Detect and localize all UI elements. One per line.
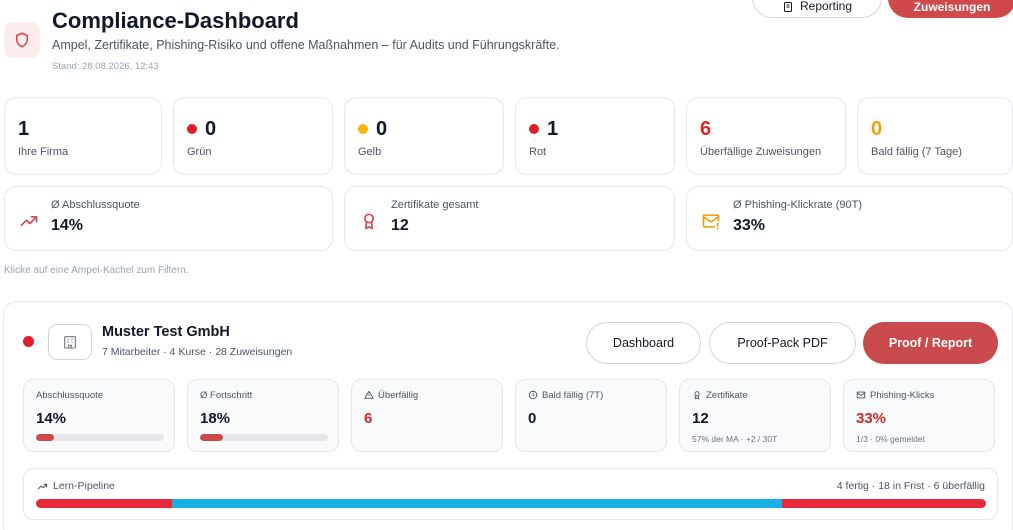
metric-label: Ø Fortschritt [200,389,253,401]
tile-rot[interactable]: 1 Rot [515,97,675,175]
tile-label: Grün [187,146,212,158]
metric-phishing-klicks: Phishing-Klicks 33% 1/3 · 0% gemeldet [843,379,995,452]
metric-zertifikate: Zertifikate 12 57% der MA · +2 / 30T [679,379,831,452]
trending-up-icon [37,483,48,489]
tile-label: Bald fällig (7 Tage) [871,146,962,158]
tile-label: Überfällige Zuweisungen [700,146,822,158]
reporting-button[interactable]: Reporting [752,0,882,18]
metric-label: Abschlussquote [36,389,104,401]
page-subtitle: Ampel, Zertifikate, Phishing-Risiko und … [52,38,560,52]
reporting-label: Reporting [799,0,853,13]
progress-bar [200,434,328,441]
metric-label: Zertifikate [706,389,748,401]
company-meta: 7 Mitarbeiter · 4 Kurse · 28 Zuweisungen [102,346,293,358]
stat-value: 14% [51,217,84,234]
mail-alert-icon [702,214,720,230]
page-title: Compliance-Dashboard [52,8,299,33]
metric-value: 33% [856,410,887,427]
metric-label: Phishing-Klicks [870,389,935,401]
shield-logo [4,22,40,58]
warning-icon [364,390,374,399]
metric-label: Überfällig [378,389,419,401]
progress-fill [36,434,54,441]
stat-value: 12 [391,217,409,234]
metric-value: 12 [692,410,709,427]
tile-value: 0 [871,117,883,140]
metric-label: Bald fällig (7T) [542,389,604,401]
metric-abschlussquote: Abschlussquote 14% [23,379,175,452]
tile-bald-faellig[interactable]: 0 Bald fällig (7 Tage) [857,97,1013,175]
status-dot [529,124,539,134]
company-name: Muster Test GmbH [102,324,230,340]
stat-phishing: Ø Phishing-Klickrate (90T) 33% [686,186,1013,251]
metric-subtext: 1/3 · 0% gemeldet [856,434,925,444]
report-icon [783,2,792,12]
pipeline-segment [782,499,986,508]
stat-label: Zertifikate gesamt [391,199,479,211]
shield-icon [16,32,28,48]
company-avatar [48,324,92,360]
award-icon [694,391,700,400]
status-dot [187,124,197,134]
metric-fortschritt: Ø Fortschritt 18% [187,379,339,452]
tile-label: Ihre Firma [18,146,69,158]
timestamp: Stand: 28.08.2026, 12:43 [52,61,159,72]
progress-bar [36,434,164,441]
zuweisungen-button[interactable]: Zuweisungen [888,0,1013,18]
stat-label: Ø Phishing-Klickrate (90T) [733,199,862,211]
stat-abschlussquote: Ø Abschlussquote 14% [4,186,333,251]
learning-pipeline: Lern-Pipeline 4 fertig · 18 in Frist · 6… [23,468,998,520]
tile-gelb[interactable]: 0 Gelb [344,97,504,175]
metric-subtext: 57% der MA · +2 / 30T [692,434,778,444]
status-dot [358,124,368,134]
stat-label: Ø Abschlussquote [51,199,140,211]
metric-bald-faellig: Bald fällig (7T) 0 [515,379,667,452]
filter-hint: Klicke auf eine Ampel-Kachel zum Filtern… [4,265,189,276]
tile-value: 1 [18,117,30,140]
metric-value: 14% [36,410,67,427]
pipeline-segment [36,499,172,508]
pipeline-segment [171,499,783,508]
metric-value: 6 [364,410,373,427]
award-icon [364,213,374,230]
pipeline-summary: 4 fertig · 18 in Frist · 6 überfällig [836,480,985,492]
proof-report-button[interactable]: Proof / Report [863,322,998,364]
metric-value: 0 [528,410,537,427]
pipeline-label: Lern-Pipeline [53,480,115,492]
tile-value: 0 [376,117,388,140]
stat-zertifikate: Zertifikate gesamt 12 [344,186,675,251]
building-icon [64,336,76,349]
tile-value: 1 [547,117,559,140]
tile-value: 6 [700,117,712,140]
tile-gruen[interactable]: 0 Grün [173,97,333,175]
mail-icon [856,391,866,399]
tile-value: 0 [205,117,217,140]
progress-fill [200,434,224,441]
metric-value: 18% [200,410,231,427]
page-header: Compliance-Dashboard Ampel, Zertifikate,… [0,0,1013,90]
clock-icon [528,390,538,400]
metric-ueberfaellig: Überfällig 6 [351,379,503,452]
pipeline-bar [36,499,986,508]
tile-label: Rot [529,146,547,158]
tile-label: Gelb [358,146,382,158]
dashboard-button[interactable]: Dashboard [586,322,701,364]
proof-pack-pdf-button[interactable]: Proof-Pack PDF [709,322,856,364]
company-card: Muster Test GmbH 7 Mitarbeiter · 4 Kurse… [3,301,1013,530]
tile-ihre-firma[interactable]: 1 Ihre Firma [4,97,162,175]
stat-value: 33% [733,217,766,234]
tile-ueberfaellig[interactable]: 6 Überfällige Zuweisungen [686,97,846,175]
trending-up-icon [20,216,38,226]
status-dot [23,336,34,347]
